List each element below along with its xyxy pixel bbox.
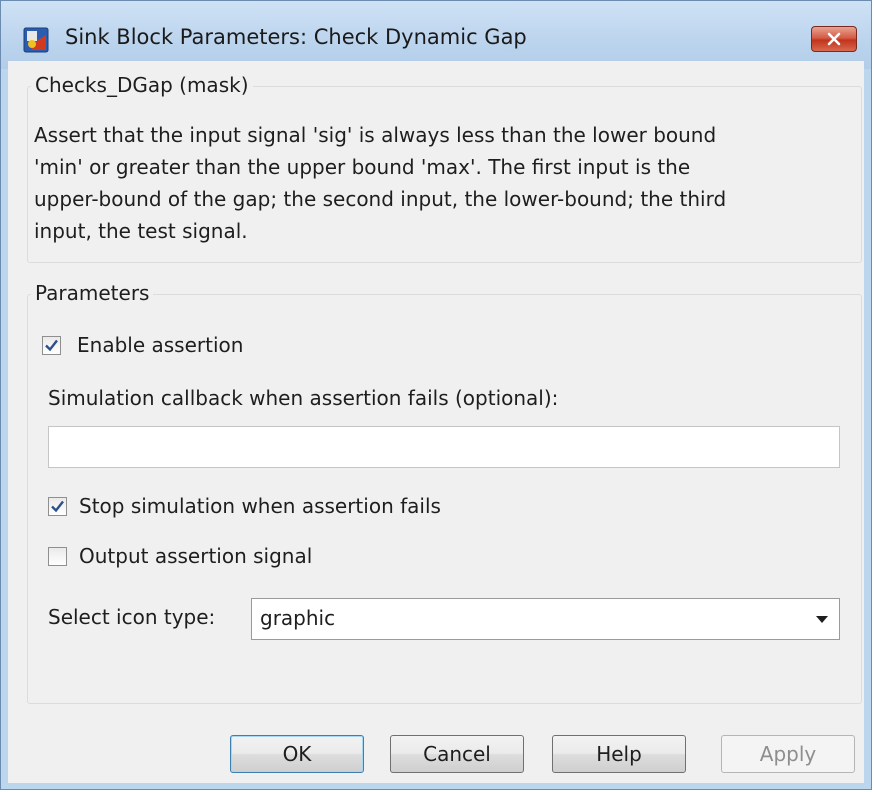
callback-input[interactable]: [48, 426, 840, 468]
dialog-window: Sink Block Parameters: Check Dynamic Gap…: [0, 0, 872, 790]
description-line: Assert that the input signal 'sig' is al…: [34, 123, 717, 147]
close-button[interactable]: [811, 26, 857, 52]
icon-type-value: graphic: [260, 606, 336, 630]
description-line: upper-bound of the gap; the second input…: [34, 187, 727, 211]
apply-button: Apply: [721, 735, 855, 773]
callback-label: Simulation callback when assertion fails…: [48, 386, 559, 410]
close-icon: [827, 32, 841, 46]
description-line: input, the test signal.: [34, 219, 248, 243]
checkmark-icon: [45, 339, 58, 352]
icon-type-select[interactable]: graphic: [251, 598, 840, 640]
cancel-button[interactable]: Cancel: [390, 735, 524, 773]
ok-button[interactable]: OK: [230, 735, 364, 773]
output-signal-checkbox[interactable]: [48, 547, 67, 566]
icon-type-label: Select icon type:: [48, 605, 216, 629]
mask-description: Assert that the input signal 'sig' is al…: [34, 119, 844, 247]
parameters-group-title: Parameters: [31, 281, 154, 305]
title-bar[interactable]: Sink Block Parameters: Check Dynamic Gap: [1, 1, 871, 69]
window-title: Sink Block Parameters: Check Dynamic Gap: [65, 25, 527, 49]
mask-group-title: Checks_DGap (mask): [31, 73, 253, 97]
simulink-block-icon: [23, 27, 49, 53]
stop-simulation-label[interactable]: Stop simulation when assertion fails: [79, 494, 441, 518]
enable-assertion-checkbox[interactable]: [42, 336, 61, 355]
enable-assertion-label[interactable]: Enable assertion: [77, 333, 243, 357]
output-signal-label[interactable]: Output assertion signal: [79, 544, 312, 568]
description-line: 'min' or greater than the upper bound 'm…: [34, 155, 691, 179]
dialog-client-area: Checks_DGap (mask) Assert that the input…: [8, 61, 864, 783]
help-button[interactable]: Help: [552, 735, 686, 773]
stop-simulation-checkbox[interactable]: [48, 497, 67, 516]
chevron-down-icon: [816, 616, 828, 623]
checkmark-icon: [51, 500, 64, 513]
